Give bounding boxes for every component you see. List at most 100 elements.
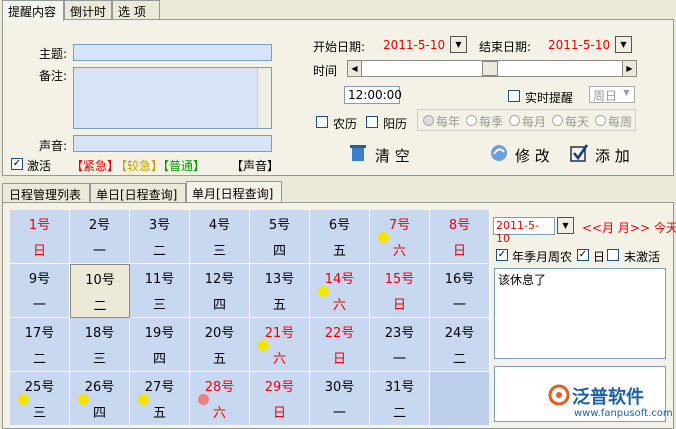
sound-input[interactable] [73,135,272,152]
calendar-weekday: 六 [392,244,406,259]
repeat-yearly-radio[interactable] [423,115,434,126]
tab-countdown[interactable]: 倒计时 [64,0,112,20]
repeat-monthly-radio[interactable] [509,115,520,126]
calendar-day-number: 25号 [24,380,55,395]
sound-button[interactable]: 【声音】 [231,157,279,174]
tab-schedule-list[interactable]: 日程管理列表 [2,183,90,203]
calendar-day-cell[interactable]: 11号三 [130,264,190,318]
edit-icon[interactable] [489,143,509,163]
calendar-day-cell[interactable]: 23号一 [370,318,430,372]
lunar-label: 农历 [333,117,358,131]
urgent-button[interactable]: 【紧急】 [71,157,119,174]
end-date-label: 结束日期: [479,40,532,54]
filter-checkbox[interactable]: ✓ [496,249,508,261]
calendar-day-cell[interactable]: 25号三 [10,372,70,426]
calendar-weekday: 一 [32,298,46,313]
weekday-select[interactable]: 周日 ▼ [589,86,635,103]
calendar-day-number: 26号 [84,380,115,395]
calendar-day-number: 4号 [208,218,231,233]
time-slider[interactable]: ◀ ▶ [347,60,637,77]
calendar-weekday: 一 [452,298,466,313]
calendar-day-cell[interactable]: 21号六 [250,318,310,372]
add-button[interactable]: 添 加 [595,145,630,166]
day-checkbox[interactable]: ✓ [577,249,589,261]
month-calendar: 1号日 2号一 3号二 4号三 5号四 6号五 7号六 8号日 9号一 10号二 11号三 12号四 1… [10,210,490,426]
calendar-weekday: 三 [212,244,226,259]
tab-single-day[interactable]: 单日[日程查询] [90,183,186,203]
add-check-icon[interactable] [569,143,589,163]
trash-icon[interactable] [349,144,367,162]
end-date-value[interactable]: 2011-5-10 [548,38,610,52]
clear-button[interactable]: 清 空 [375,145,410,166]
calendar-day-cell[interactable]: 9号一 [10,264,70,318]
fanpu-logo-icon [548,384,570,406]
calendar-day-cell[interactable]: 17号二 [10,318,70,372]
calendar-day-cell[interactable]: 29号日 [250,372,310,426]
calendar-day-number: 28号 [204,380,235,395]
calendar-day-cell[interactable]: 5号四 [250,210,310,264]
calendar-day-cell[interactable]: 12号四 [190,264,250,318]
calendar-day-cell[interactable]: 27号五 [130,372,190,426]
calendar-weekday: 日 [272,406,286,421]
side-date-dropdown-icon[interactable]: ▼ [557,217,574,234]
filter-label: 年季月周农 [512,250,573,264]
calendar-day-cell[interactable]: 30号一 [310,372,370,426]
note-display[interactable]: 该休息了 [494,268,666,359]
normal-button[interactable]: 【普通】 [157,157,205,174]
note-textarea[interactable] [73,67,272,129]
calendar-day-cell[interactable]: 31号二 [370,372,430,426]
calendar-day-number: 27号 [144,380,175,395]
repeat-weekly-radio[interactable] [595,115,606,126]
calendar-day-cell[interactable]: 26号四 [70,372,130,426]
calendar-day-cell[interactable]: 14号六 [310,264,370,318]
inactive-checkbox[interactable] [607,249,619,261]
solar-checkbox[interactable] [366,116,378,128]
tab-reminder-content[interactable]: 提醒内容 [2,0,64,21]
calendar-day-cell[interactable]: 2号一 [70,210,130,264]
lunar-checkbox[interactable] [316,116,328,128]
calendar-day-cell[interactable]: 28号六 [190,372,250,426]
calendar-day-cell[interactable]: 6号五 [310,210,370,264]
month-nav[interactable]: <<月 月>> 今天 [582,219,676,236]
calendar-day-cell[interactable]: 19号四 [130,318,190,372]
side-date-value[interactable]: 2011-5-10 [493,217,555,245]
calendar-weekday: 六 [272,352,286,367]
modify-button[interactable]: 修 改 [515,145,550,166]
start-date-value[interactable]: 2011-5-10 [383,38,445,52]
repeat-daily-radio[interactable] [552,115,563,126]
calendar-day-cell[interactable]: 8号日 [430,210,490,264]
calendar-day-cell[interactable]: 13号五 [250,264,310,318]
time-slider-thumb[interactable] [482,61,498,76]
calendar-day-cell[interactable]: 4号三 [190,210,250,264]
inactive-label: 未激活 [624,250,661,264]
calendar-day-cell[interactable]: 3号二 [130,210,190,264]
calendar-day-cell[interactable]: 15号日 [370,264,430,318]
calendar-day-cell[interactable]: 18号三 [70,318,130,372]
calendar-weekday: 二 [152,244,166,259]
reminder-panel: 主题: 备注: 声音: ✓ 激活 【紧急】 【较急】 【普通】 【声音】 开始日… [2,19,674,176]
calendar-day-cell[interactable]: 10号二 [70,264,130,318]
time-input[interactable]: 12:00:00 [344,86,402,104]
activate-checkbox[interactable]: ✓ [11,158,23,170]
tab-single-month[interactable]: 单月[日程查询] [186,181,282,203]
calendar-day-cell[interactable]: 1号日 [10,210,70,264]
calendar-day-number: 9号 [28,272,51,287]
calendar-day-cell[interactable]: 16号一 [430,264,490,318]
calendar-day-cell[interactable]: 24号二 [430,318,490,372]
calendar-weekday: 四 [92,406,106,421]
calendar-day-cell[interactable]: 20号五 [190,318,250,372]
moderate-button[interactable]: 【较急】 [115,157,163,174]
note-scrollbar[interactable] [257,68,271,128]
end-date-dropdown-icon[interactable]: ▼ [615,36,632,53]
start-date-dropdown-icon[interactable]: ▼ [450,36,467,53]
repeat-monthly-label: 每月 [522,115,547,129]
calendar-day-cell[interactable]: 7号六 [370,210,430,264]
subject-input[interactable] [73,44,272,61]
calendar-weekday: 二 [93,299,107,314]
calendar-day-cell[interactable]: 22号日 [310,318,370,372]
calendar-day-number: 29号 [264,380,295,395]
repeat-daily-label: 每天 [565,115,590,129]
tab-options[interactable]: 选 项 [112,0,160,20]
repeat-quarterly-radio[interactable] [466,115,477,126]
realtime-checkbox[interactable] [508,90,520,102]
